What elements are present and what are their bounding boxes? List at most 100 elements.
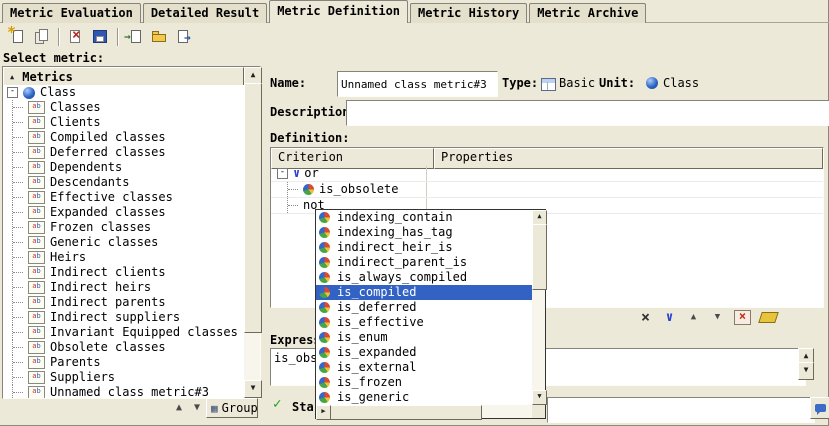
tree-connector <box>12 265 25 280</box>
tree-item[interactable]: Obsolete classes <box>3 340 244 355</box>
definition-table-header: Criterion Properties <box>271 148 823 166</box>
dropdown-item[interactable]: is_frozen <box>316 375 532 390</box>
tree-item[interactable]: Frozen classes <box>3 220 244 235</box>
tree-item[interactable]: Invariant Equipped classes <box>3 325 244 340</box>
dropdown-item[interactable]: is_expanded <box>316 345 532 360</box>
scroll-thumb[interactable] <box>330 405 482 420</box>
criterion-icon <box>303 184 314 195</box>
tree-item[interactable]: Deferred classes <box>3 145 244 160</box>
tree-item[interactable]: Indirect suppliers <box>3 310 244 325</box>
scroll-thumb[interactable] <box>532 224 547 290</box>
tree-connector <box>12 205 25 220</box>
tree-item-label: Parents <box>50 355 101 370</box>
scroll-down-icon[interactable]: ▼ <box>532 390 547 405</box>
tab-metric-archive[interactable]: Metric Archive <box>529 3 646 23</box>
dropdown-item[interactable]: is_generic <box>316 390 532 405</box>
export-metrics-button[interactable] <box>172 26 197 48</box>
criterion-icon <box>319 242 330 253</box>
metric-icon <box>28 326 45 339</box>
tree-connector <box>12 250 25 265</box>
collapse-icon[interactable]: - <box>277 168 288 179</box>
tree-item[interactable]: Indirect heirs <box>3 280 244 295</box>
tree-connector <box>287 198 300 213</box>
comment-button[interactable] <box>810 397 829 419</box>
metric-tree-panel: ▲ Metrics -ClassClassesClientsCompiled c… <box>2 66 261 399</box>
tab-metric-evaluation[interactable]: Metric Evaluation <box>2 3 141 23</box>
tree-item-label: Dependents <box>50 160 122 175</box>
tab-metric-history[interactable]: Metric History <box>410 3 527 23</box>
tab-detailed-result[interactable]: Detailed Result <box>143 3 267 23</box>
dropdown-item[interactable]: indexing_has_tag <box>316 225 532 240</box>
delete-metric-icon <box>67 29 84 45</box>
tree-item[interactable]: Generic classes <box>3 235 244 250</box>
delete-metric-button[interactable] <box>63 26 88 48</box>
collapse-icon[interactable]: - <box>7 87 18 98</box>
move-metric-up-button[interactable]: ▲ <box>171 400 187 416</box>
move-metric-down-button[interactable]: ▼ <box>189 400 205 416</box>
tree-item[interactable]: Descendants <box>3 175 244 190</box>
definition-row[interactable]: is_obsolete <box>271 182 823 198</box>
swap-button[interactable] <box>638 309 653 326</box>
dropdown-vertical-scrollbar[interactable]: ▲ ▼ <box>532 210 545 405</box>
tree-item[interactable]: Classes <box>3 100 244 115</box>
expression-scrollbar[interactable]: ▲ ▼ <box>798 348 812 380</box>
copy-metric-button[interactable] <box>29 26 54 48</box>
new-metric-button[interactable] <box>4 26 29 48</box>
tree-item[interactable]: Indirect clients <box>3 265 244 280</box>
dropdown-item[interactable]: indirect_heir_is <box>316 240 532 255</box>
tree-item[interactable]: Compiled classes <box>3 130 244 145</box>
dropdown-item-label: is_effective <box>337 315 424 330</box>
tree-item[interactable]: Dependents <box>3 160 244 175</box>
scroll-down-icon[interactable]: ▼ <box>798 362 814 380</box>
tree-item[interactable]: Parents <box>3 355 244 370</box>
dropdown-item-label: indirect_parent_is <box>337 255 467 270</box>
group-button[interactable]: ▦ Group <box>206 398 258 418</box>
dropdown-item[interactable]: indexing_contain <box>316 210 532 225</box>
or-button[interactable] <box>662 309 677 326</box>
move-up-button[interactable] <box>686 309 701 326</box>
tree-item[interactable]: Suppliers <box>3 370 244 385</box>
scroll-thumb[interactable] <box>244 83 262 333</box>
dropdown-horizontal-scrollbar[interactable]: ◀ ▶ <box>316 405 532 418</box>
dropdown-item[interactable]: is_always_compiled <box>316 270 532 285</box>
tab-metric-definition[interactable]: Metric Definition <box>269 0 408 23</box>
tree-item-label: Indirect heirs <box>50 280 151 295</box>
tree-item[interactable]: Effective classes <box>3 190 244 205</box>
dropdown-item[interactable]: is_effective <box>316 315 532 330</box>
dropdown-item[interactable]: is_external <box>316 360 532 375</box>
tree-connector <box>12 160 25 175</box>
criterion-dropdown: indexing_containindexing_has_tagindirect… <box>315 209 546 419</box>
save-metric-icon <box>92 29 109 45</box>
metric-tree-scrollbar[interactable]: ▲ ▼ <box>244 67 260 398</box>
move-down-button[interactable] <box>710 309 725 326</box>
name-input[interactable] <box>337 71 498 97</box>
tree-item[interactable]: Expanded classes <box>3 205 244 220</box>
tree-item[interactable]: Unnamed class metric#3 <box>3 385 244 398</box>
dropdown-item[interactable]: is_compiled <box>316 285 532 300</box>
metric-icon <box>28 191 45 204</box>
tree-connector <box>12 310 25 325</box>
tree-item-class[interactable]: -Class <box>3 85 244 100</box>
class-unit-icon <box>23 87 35 99</box>
eraser-button[interactable] <box>758 312 779 323</box>
tree-item[interactable]: Clients <box>3 115 244 130</box>
delete-button[interactable] <box>734 310 751 325</box>
dropdown-item-label: is_compiled <box>337 285 416 300</box>
import-metrics-button[interactable] <box>122 26 147 48</box>
scroll-down-icon[interactable]: ▼ <box>244 380 262 398</box>
open-metrics-button[interactable] <box>147 26 172 48</box>
scroll-right-icon[interactable]: ▶ <box>316 405 331 420</box>
status-input[interactable] <box>547 397 815 423</box>
metric-tree-header[interactable]: ▲ Metrics <box>3 67 244 87</box>
dropdown-item[interactable]: indirect_parent_is <box>316 255 532 270</box>
dropdown-item[interactable]: is_deferred <box>316 300 532 315</box>
description-input[interactable] <box>346 100 829 126</box>
dropdown-item[interactable]: is_enum <box>316 330 532 345</box>
tree-item[interactable]: Heirs <box>3 250 244 265</box>
name-label: Name: <box>270 76 306 91</box>
save-metric-button[interactable] <box>88 26 113 48</box>
definition-row[interactable]: -∨or <box>271 166 823 182</box>
tree-item[interactable]: Indirect parents <box>3 295 244 310</box>
tree-item-label: Generic classes <box>50 235 158 250</box>
scroll-up-icon[interactable]: ▲ <box>532 210 547 225</box>
